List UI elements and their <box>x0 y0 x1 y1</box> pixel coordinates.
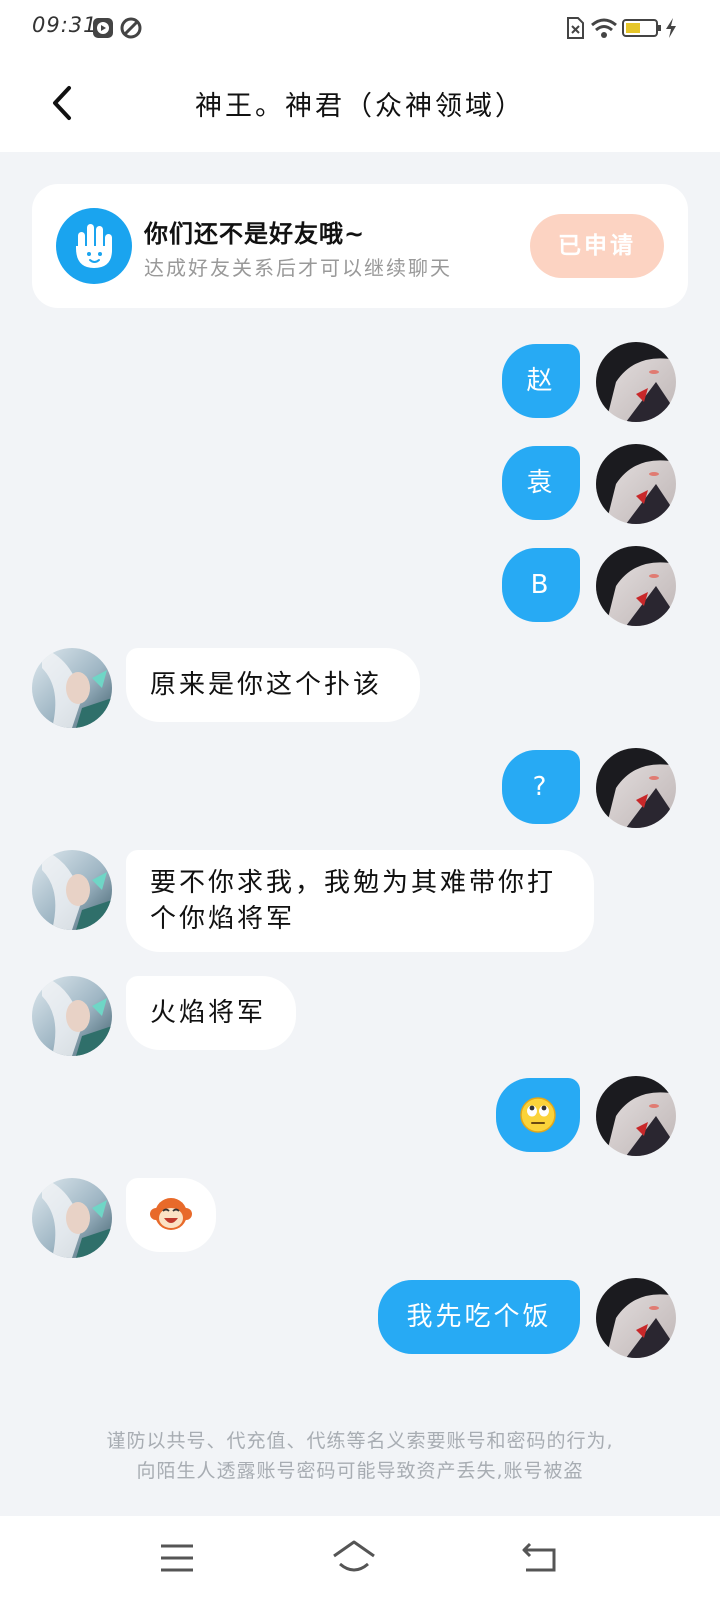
play-icon <box>93 18 113 38</box>
wifi-icon <box>591 18 617 38</box>
message-bubble-outgoing[interactable]: ? <box>502 750 580 824</box>
system-nav-bar <box>0 1516 720 1600</box>
back-icon[interactable] <box>516 1534 564 1582</box>
message-bubble-incoming[interactable]: 原来是你这个扑该 <box>126 648 420 722</box>
message-bubble-outgoing[interactable]: B <box>502 548 580 622</box>
warning-line-2: 向陌生人透露账号密码可能导致资产丢失,账号被盗 <box>136 1460 584 1482</box>
security-warning: 谨防以共号、代充值、代练等名义索要账号和密码的行为, 向陌生人透露账号密码可能导… <box>0 1426 720 1486</box>
message-bubble-outgoing[interactable] <box>496 1078 580 1152</box>
menu-icon[interactable] <box>153 1534 201 1582</box>
no-sim-icon <box>567 17 584 39</box>
friend-card-subtitle: 达成好友关系后才可以继续聊天 <box>144 256 452 280</box>
friend-card-title: 你们还不是好友哦~ <box>144 220 366 248</box>
message-bubble-outgoing[interactable]: 赵 <box>502 344 580 418</box>
waving-hand-icon <box>56 208 132 284</box>
my-avatar[interactable] <box>596 444 676 524</box>
my-avatar[interactable] <box>596 1076 676 1156</box>
my-avatar[interactable] <box>596 748 676 828</box>
message-bubble-outgoing[interactable]: 袁 <box>502 446 580 520</box>
my-avatar[interactable] <box>596 1278 676 1358</box>
chat-header: 神王。神君（众神领域） <box>0 56 720 152</box>
message-bubble-outgoing[interactable]: 我先吃个饭 <box>378 1280 580 1354</box>
my-avatar[interactable] <box>596 546 676 626</box>
status-time: 09:31 <box>32 13 98 37</box>
message-bubble-incoming[interactable] <box>126 1178 216 1252</box>
battery-icon <box>622 19 661 37</box>
laughing-monkey-emoji <box>150 1198 192 1230</box>
warning-line-1: 谨防以共号、代充值、代练等名义索要账号和密码的行为, <box>106 1430 614 1452</box>
home-icon[interactable] <box>330 1534 378 1582</box>
leaf-icon <box>120 17 142 39</box>
applied-button[interactable]: 已申请 <box>530 214 664 278</box>
charging-icon <box>666 18 676 38</box>
eye-roll-emoji <box>520 1097 556 1133</box>
status-bar: 09:31 <box>0 0 720 56</box>
message-bubble-incoming[interactable]: 要不你求我，我勉为其难带你打个你焰将军 <box>126 850 594 952</box>
contact-avatar[interactable] <box>32 648 112 728</box>
message-bubble-incoming[interactable]: 火焰将军 <box>126 976 296 1050</box>
friend-request-card: 你们还不是好友哦~ 达成好友关系后才可以继续聊天 已申请 <box>32 184 688 308</box>
contact-avatar[interactable] <box>32 850 112 930</box>
my-avatar[interactable] <box>596 342 676 422</box>
contact-avatar[interactable] <box>32 1178 112 1258</box>
page-title: 神王。神君（众神领域） <box>195 91 525 122</box>
contact-avatar[interactable] <box>32 976 112 1056</box>
